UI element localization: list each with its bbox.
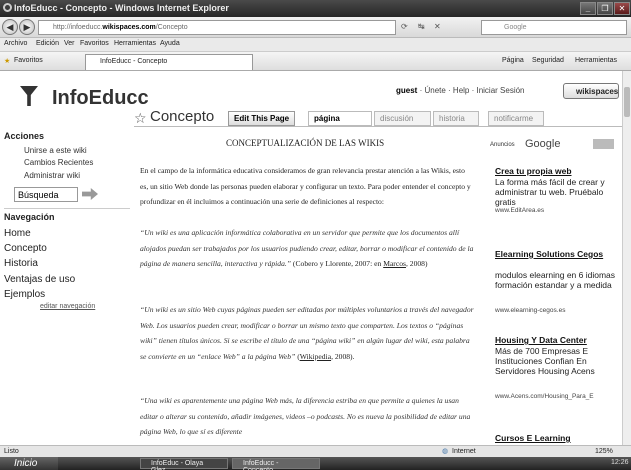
tab-discusion[interactable]: discusión [374, 111, 431, 126]
content-title: CONCEPTUALIZACIÓN DE LAS WIKIS [226, 138, 385, 148]
status-text: Listo [4, 448, 19, 455]
ad-2-title[interactable]: Elearning Solutions Cegos [495, 249, 615, 259]
ad-3-body: Más de 700 Empresas E Instituciones Conf… [495, 346, 595, 376]
wiki-search-input[interactable] [14, 187, 78, 202]
favorite-page-icon[interactable]: ☆ [134, 110, 147, 127]
edit-page-button[interactable]: Edit This Page [228, 111, 296, 126]
ad-1-body: La forma más fácil de crear y administra… [495, 177, 605, 207]
stop-icon[interactable]: ✕ [434, 22, 441, 31]
wikipedia-link[interactable]: Wikipedia [300, 352, 331, 361]
ads-nav-icon[interactable] [593, 139, 614, 149]
refresh-icon[interactable]: ⟳ [401, 22, 408, 31]
sidebar-item-home[interactable]: Home [4, 228, 31, 239]
status-bar: Listo ◍ Internet 125% [0, 445, 631, 457]
taskbar-item-2[interactable]: InfoEducc - Concepto... [232, 458, 320, 470]
tool-pagina[interactable]: Página [502, 57, 524, 64]
vertical-scrollbar[interactable] [622, 71, 631, 445]
quote-1: “Un wiki es una aplicación informática c… [140, 225, 475, 272]
sidebar-item-ventajas[interactable]: Ventajas de uso [4, 274, 75, 285]
acciones-heading: Acciones [4, 131, 45, 141]
google-logo: Google [525, 138, 561, 150]
address-domain: wikispaces.com [102, 24, 156, 31]
menu-favoritos[interactable]: Favoritos [80, 40, 109, 47]
sidebar-item-join[interactable]: Unirse a este wiki [24, 146, 87, 155]
quote-1-end: , 2008) [405, 259, 428, 269]
back-button[interactable]: ◀ [2, 19, 18, 35]
window-title: InfoEducc - Concepto - Windows Internet … [14, 3, 229, 13]
menu-herramientas[interactable]: Herramientas [114, 40, 156, 47]
ie-icon [3, 3, 12, 12]
ads-label: Anuncios [490, 142, 515, 148]
address-prefix: http://infoeducc. [53, 24, 103, 31]
paragraph-intro: En el campo de la informática educativa … [140, 166, 471, 207]
quote-2-end: , 2008). [331, 351, 355, 361]
quote-2: “Un wiki es un sitio Web cuyas páginas p… [140, 305, 474, 361]
scrollbar-thumb[interactable] [624, 87, 630, 117]
favorites-button[interactable]: Favoritos [14, 57, 43, 64]
menu-ver[interactable]: Ver [64, 40, 75, 47]
globe-icon: ◍ [442, 448, 449, 455]
menu-archivo[interactable]: Archivo [4, 40, 27, 47]
sidebar-item-admin[interactable]: Administrar wiki [24, 171, 80, 180]
account-links[interactable]: · Únete · Help · Iniciar Sesión [420, 86, 525, 95]
search-box[interactable]: Google [481, 20, 627, 35]
guest-label: guest [396, 86, 418, 95]
close-button[interactable]: ✕ [614, 2, 630, 15]
tab-pagina[interactable]: página [308, 111, 372, 126]
address-suffix: /Concepto [155, 24, 188, 31]
quote-3: “Una wiki es aparentemente una página We… [140, 393, 475, 440]
sidebar-item-ejemplos[interactable]: Ejemplos [4, 289, 45, 300]
favorites-star-icon: ★ [4, 58, 11, 65]
marcos-link[interactable]: Marcos [383, 259, 406, 268]
ad-2-body: modulos elearning en 6 idiomas formación… [495, 270, 616, 290]
user-links: guest · Únete · Help · Iniciar Sesión [396, 86, 525, 95]
tab-notificarme[interactable]: notificarme [488, 111, 544, 126]
tool-seguridad[interactable]: Seguridad [532, 57, 564, 64]
edit-navigation-link[interactable]: editar navegación [40, 303, 95, 310]
page-title: Concepto [150, 108, 215, 125]
ad-2-url[interactable]: www.elearning-cegos.es [495, 307, 565, 314]
forward-button[interactable]: ▶ [19, 19, 35, 35]
sidebar-item-recent-changes[interactable]: Cambios Recientes [24, 158, 93, 167]
go-icon[interactable]: ↹ [418, 22, 425, 31]
window-title-bar: InfoEducc - Concepto - Windows Internet … [0, 0, 631, 17]
sidebar-item-concepto[interactable]: Concepto [4, 243, 47, 254]
search-provider: Google [504, 24, 527, 31]
zone-text: Internet [452, 448, 476, 455]
ad-1-title[interactable]: Crea tu propia web [495, 166, 572, 176]
tab-historia[interactable]: historia [433, 111, 479, 126]
taskbar: Inicio InfoEduc - Olaya Glez... InfoEduc… [0, 457, 631, 470]
ad-3-title[interactable]: Housing Y Data Center [495, 335, 587, 345]
address-toolbar: ◀ ▶ http://infoeducc.wikispaces.com/Conc… [0, 17, 631, 38]
quote-3-text: “Una wiki es aparentemente una página We… [140, 396, 471, 437]
tab-title: InfoEducc - Concepto [100, 58, 168, 65]
site-name[interactable]: InfoEducc [52, 87, 149, 110]
sidebar-item-historia[interactable]: Historia [4, 258, 38, 269]
navegacion-heading: Navegación [4, 212, 55, 222]
start-button[interactable]: Inicio [0, 457, 58, 470]
zoom-level[interactable]: 125% [595, 448, 613, 455]
ad-4-title[interactable]: Cursos E Learning [495, 433, 571, 443]
menu-edicion[interactable]: Edición [36, 40, 59, 47]
tab-divider [134, 126, 622, 127]
address-bar[interactable]: http://infoeducc.wikispaces.com/Concepto [38, 20, 396, 35]
minimize-button[interactable]: _ [580, 2, 596, 15]
maximize-button[interactable]: ❐ [597, 2, 613, 15]
ad-3-url[interactable]: www.Acens.com/Housing_Para_E [495, 393, 594, 400]
clock: 12:26 [611, 459, 629, 466]
browser-tab[interactable]: InfoEducc - Concepto [85, 54, 253, 70]
favorites-bar: ★ Favoritos InfoEducc - Concepto Página … [0, 52, 631, 71]
tool-herramientas[interactable]: Herramientas [575, 57, 617, 64]
wikispaces-button[interactable]: wikispaces [563, 83, 619, 99]
sidebar-divider [4, 208, 130, 209]
menu-ayuda[interactable]: Ayuda [160, 40, 180, 47]
menu-bar: Archivo Edición Ver Favoritos Herramient… [0, 38, 631, 52]
quote-1-cite: (Cobero y Llorente, 2007: en [292, 259, 382, 269]
taskbar-item-1[interactable]: InfoEduc - Olaya Glez... [140, 458, 228, 470]
ad-1-url[interactable]: www.EditArea.es [495, 207, 544, 214]
